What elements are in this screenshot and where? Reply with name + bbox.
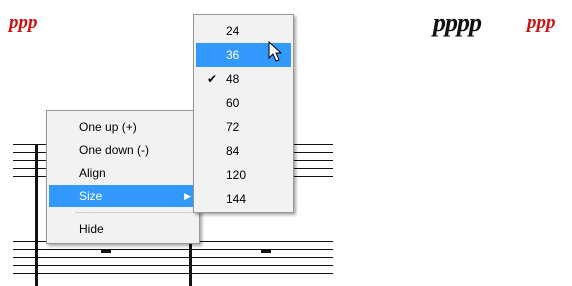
- menu-item-size-label: Size: [79, 189, 103, 203]
- menu-item-one-down[interactable]: One down (-): [49, 139, 197, 161]
- size-option-120[interactable]: 120: [196, 163, 291, 187]
- size-option-48[interactable]: ✔ 48: [196, 67, 291, 91]
- chevron-right-icon: ▶: [184, 191, 191, 201]
- size-option-60[interactable]: 60: [196, 91, 291, 115]
- size-option-48-label: 48: [226, 72, 240, 86]
- barline-start: [35, 144, 38, 286]
- barline-mid: [189, 241, 192, 286]
- menu-item-hide[interactable]: Hide: [49, 218, 197, 240]
- dynamic-marking-left[interactable]: ppp: [9, 12, 38, 34]
- dynamic-marking-black[interactable]: pppp: [433, 8, 482, 38]
- size-option-144[interactable]: 144: [196, 187, 291, 211]
- menu-item-align[interactable]: Align: [49, 162, 197, 184]
- menu-item-one-up[interactable]: One up (+): [49, 116, 197, 138]
- menu-item-size[interactable]: Size ▶: [49, 185, 197, 207]
- size-option-84[interactable]: 84: [196, 139, 291, 163]
- mouse-cursor-icon: [268, 41, 283, 62]
- context-menu: One up (+) One down (-) Align Size ▶ Hid…: [46, 110, 200, 244]
- menu-separator: [75, 212, 195, 213]
- checkmark-icon: ✔: [207, 72, 218, 86]
- size-option-24[interactable]: 24: [196, 19, 291, 43]
- size-option-72[interactable]: 72: [196, 115, 291, 139]
- whole-rest[interactable]: [261, 249, 271, 253]
- whole-rest[interactable]: [101, 249, 111, 253]
- dynamic-marking-right[interactable]: ppp: [527, 12, 556, 34]
